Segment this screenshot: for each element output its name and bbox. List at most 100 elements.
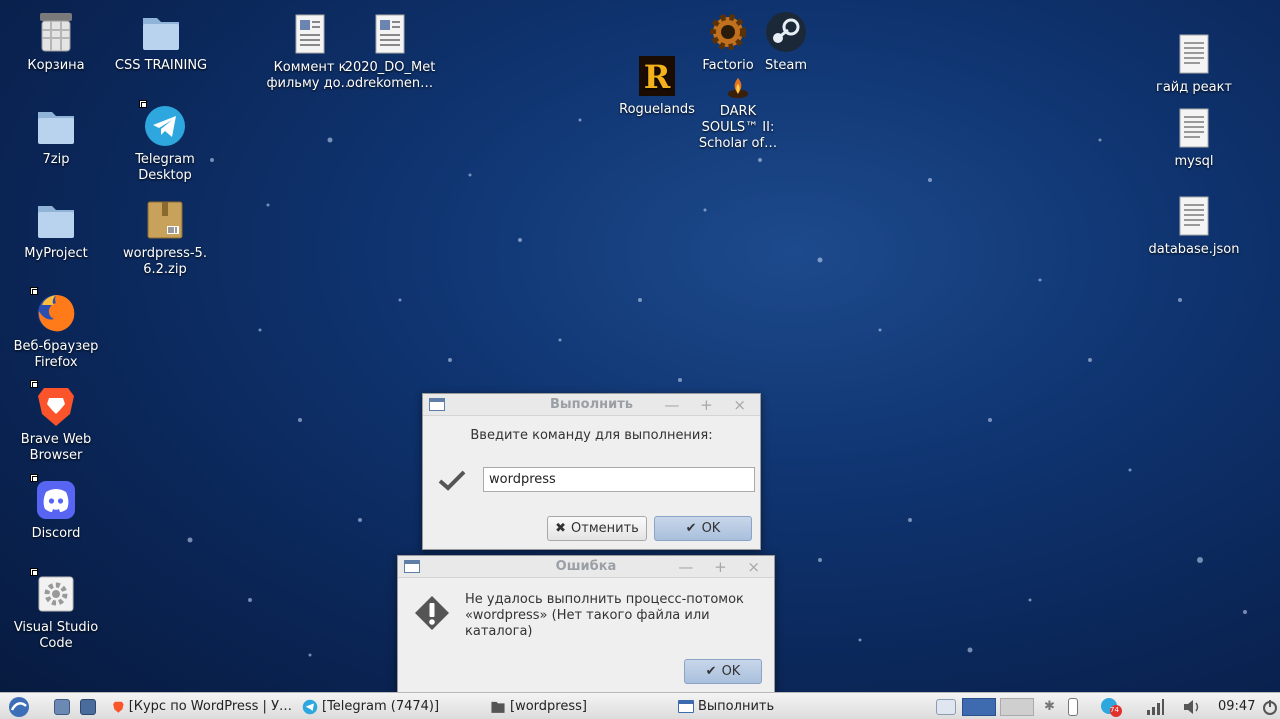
desktop-icon-label: гайд реакт	[1155, 80, 1232, 95]
desktop-icon-guide-react[interactable]: гайд реакт	[1146, 32, 1242, 96]
desktop-icon-vscode[interactable]: Visual Studio Code	[8, 568, 104, 652]
cancel-button[interactable]: ✖ Отменить	[547, 516, 647, 541]
folder-icon	[491, 701, 505, 713]
desktop-icon-firefox[interactable]: Веб-браузер Firefox	[8, 287, 104, 371]
desktop-icon-wordpress-zip[interactable]: wordpress-5.6.2.zip	[117, 198, 213, 278]
window-controls[interactable]: — + ×	[678, 556, 768, 578]
desktop-icon-discord[interactable]: Discord	[8, 474, 104, 542]
shortcut-arrow-icon	[30, 568, 38, 576]
run-dialog-prompt: Введите команду для выполнения:	[470, 428, 713, 443]
desktop-icon-label: 2020_DO_Metodrekomen…	[344, 60, 436, 91]
shortcut-arrow-icon	[30, 380, 38, 388]
signal-bars-icon	[1147, 698, 1164, 715]
desktop-icon-label: CSS TRAINING	[114, 58, 208, 73]
close-icon: ✖	[555, 521, 567, 536]
workspace-switcher[interactable]	[962, 693, 1034, 719]
ok-button-label: OK	[701, 521, 721, 536]
text-file-icon	[1172, 106, 1216, 150]
cancel-button-label: Отменить	[571, 521, 639, 536]
error-dialog-titlebar[interactable]: Ошибка — + ×	[398, 556, 774, 578]
tray-notification[interactable]: 74	[1100, 693, 1122, 719]
folder-icon	[34, 198, 78, 242]
taskbar: [Курс по WordPress | У… [Telegram (7474)…	[0, 692, 1280, 719]
command-input[interactable]: wordpress	[483, 467, 755, 492]
brave-icon	[30, 380, 78, 428]
desktop-icon-telegram[interactable]: Telegram Desktop	[117, 100, 213, 184]
workspace-1[interactable]	[962, 697, 996, 716]
power-icon	[1263, 699, 1277, 715]
volume-icon[interactable]	[1182, 693, 1202, 719]
run-dialog: Выполнить — + × Введите команду для выпо…	[422, 393, 761, 550]
tray-keyboard-icon[interactable]	[936, 693, 956, 719]
desktop-icon-label: Корзина	[27, 58, 85, 73]
desktop-icon-label: Telegram Desktop	[135, 152, 195, 183]
task-label: Выполнить	[698, 699, 775, 714]
shortcut-arrow-icon	[139, 100, 147, 108]
desktop-icon-myproject[interactable]: MyProject	[8, 198, 104, 262]
text-file-icon	[1172, 32, 1216, 76]
window-controls[interactable]: — + ×	[664, 394, 754, 416]
text-file-icon	[1172, 194, 1216, 238]
taskbar-task-run[interactable]: Выполнить	[678, 693, 838, 719]
bluetooth-icon[interactable]: ✱	[1044, 693, 1055, 719]
tray-badge: 74	[1110, 706, 1119, 714]
run-dialog-titlebar[interactable]: Выполнить — + ×	[423, 394, 760, 416]
speaker-icon	[1184, 699, 1199, 714]
desktop-icon-steam[interactable]: Steam	[738, 10, 834, 74]
ok-button-label: OK	[721, 664, 741, 679]
document-icon	[368, 12, 412, 56]
desktop-icon-trash[interactable]: Корзина	[8, 10, 104, 74]
desktop-icon-7zip[interactable]: 7zip	[8, 104, 104, 168]
brave-icon	[113, 701, 124, 713]
document-icon	[288, 12, 332, 56]
error-dialog-title: Ошибка	[555, 559, 617, 574]
taskbar-task-brave[interactable]: [Курс по WordPress | У…	[112, 693, 292, 719]
check-icon: ✔	[705, 664, 717, 679]
clock[interactable]: 09:47	[1218, 693, 1255, 719]
steam-icon	[764, 10, 808, 54]
workspace-2[interactable]	[1000, 697, 1034, 716]
telegram-icon	[139, 100, 187, 148]
ok-button[interactable]: ✔ OK	[654, 516, 752, 541]
desktop-icon-label: Brave Web Browser	[20, 432, 92, 463]
start-menu-icon	[9, 696, 29, 717]
desktop-icon	[54, 698, 70, 715]
window-icon	[429, 398, 445, 411]
desktop-icon-2020-do[interactable]: 2020_DO_Metodrekomen…	[342, 12, 438, 92]
desktop-icon-label: MyProject	[24, 246, 88, 261]
campfire-icon	[721, 72, 755, 104]
network-icon[interactable]	[1146, 693, 1164, 719]
settings-icon	[30, 568, 78, 616]
trash-icon	[34, 10, 78, 54]
taskbar-task-wordpress[interactable]: [wordpress]	[490, 693, 650, 719]
window-icon	[678, 700, 694, 713]
window-switcher-button[interactable]	[80, 693, 96, 719]
logout-button[interactable]	[1262, 693, 1278, 719]
shortcut-arrow-icon	[30, 287, 38, 295]
desktop-icon-brave[interactable]: Brave Web Browser	[8, 380, 104, 464]
error-message: Не удалось выполнить процесс-потомок «wo…	[465, 592, 774, 640]
error-message-line2: «wordpress» (Нет такого файла или катало…	[465, 608, 710, 639]
start-menu-button[interactable]	[6, 693, 32, 719]
show-desktop-button[interactable]	[54, 693, 70, 719]
keyboard-icon	[936, 698, 956, 715]
taskbar-task-telegram[interactable]: [Telegram (7474)]	[302, 693, 462, 719]
desktop-icon-database-json[interactable]: database.json	[1146, 194, 1242, 258]
desktop-icon-label: Discord	[31, 526, 81, 541]
error-ok-button[interactable]: ✔ OK	[684, 659, 762, 684]
desktop-icon-mysql[interactable]: mysql	[1146, 106, 1242, 170]
run-dialog-title: Выполнить	[550, 397, 633, 412]
folder-icon	[139, 10, 183, 54]
desktop-icon-label: 7zip	[42, 152, 70, 167]
check-icon: ✔	[685, 521, 697, 536]
telegram-icon	[302, 699, 318, 714]
discord-icon	[30, 474, 78, 522]
desktop-icon-dark-souls[interactable]: DARK SOULS™ II: Scholar of…	[690, 72, 786, 152]
firefox-icon	[30, 287, 78, 335]
desktop-icon-label: wordpress-5.6.2.zip	[123, 246, 207, 277]
usb-icon[interactable]	[1068, 693, 1078, 719]
desktop-icon-label: Visual Studio Code	[13, 620, 99, 651]
svg-text:R: R	[644, 58, 671, 96]
roguelands-icon: R	[635, 54, 679, 98]
desktop-icon-css-training[interactable]: CSS TRAINING	[113, 10, 209, 74]
